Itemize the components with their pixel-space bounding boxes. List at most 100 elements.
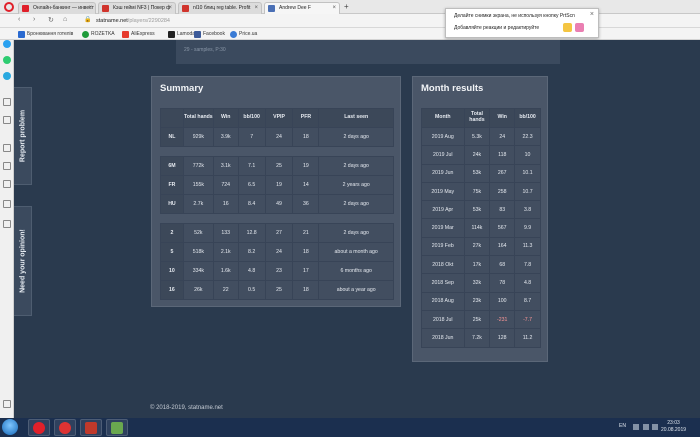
browser-tab-3[interactable]: nl10 блиц reg table. Profit × <box>178 2 262 14</box>
month-cell: 11.3 <box>514 236 541 257</box>
summary-cell: 2.1k <box>212 242 239 262</box>
summary-cell: 27 <box>264 223 294 243</box>
summary-row-label: NL <box>160 127 184 147</box>
summary-cell: 3.9k <box>212 127 239 147</box>
volume-icon[interactable] <box>652 424 658 430</box>
tab-favicon-icon <box>268 5 275 12</box>
telegram-icon[interactable] <box>3 72 11 80</box>
summary-cell: 2 years ago <box>318 175 394 195</box>
month-cell: 22.3 <box>514 126 541 147</box>
month-cell: 114k <box>463 218 491 238</box>
taskbar-opera-button[interactable] <box>28 419 50 436</box>
back-icon[interactable]: ‹ <box>18 16 20 23</box>
summary-row: 16 26k 22 0.5 25 18 about a year ago <box>160 280 394 300</box>
opera-menu-icon[interactable] <box>4 2 14 12</box>
month-row: 2019 Jun 53k 267 10.1 <box>421 163 541 183</box>
forward-icon[interactable]: › <box>33 16 35 23</box>
home-icon[interactable]: ⌂ <box>63 16 67 23</box>
start-button[interactable] <box>2 419 18 435</box>
close-tab-icon[interactable]: × <box>88 3 92 14</box>
bookmark-item[interactable]: Lamoda <box>168 29 195 39</box>
summary-cell: 23 <box>264 261 294 281</box>
summary-cell: 0.5 <box>237 280 266 300</box>
bookmark-item[interactable]: ROZETKA <box>82 29 115 39</box>
summary-row: HU 2.7k 16 8.4 49 36 2 days ago <box>160 194 394 214</box>
bookmark-item[interactable]: Facebook <box>194 29 225 39</box>
history-icon[interactable] <box>3 200 11 208</box>
search-icon[interactable] <box>3 98 11 106</box>
group-spacer <box>160 213 394 224</box>
summary-row: NL 929k 3.9k 7 24 18 2 days ago <box>160 127 394 147</box>
close-tab-icon[interactable]: × <box>332 3 336 14</box>
month-cell: 11.2 <box>514 328 541 348</box>
bookmark-icon <box>230 31 237 38</box>
language-indicator[interactable]: EN <box>619 423 626 429</box>
month-cell: 27k <box>463 236 491 257</box>
bookmark-icon <box>122 31 129 38</box>
month-cell: 17k <box>463 255 491 275</box>
report-problem-label: Report problem <box>19 109 26 163</box>
taskbar-app-button[interactable] <box>80 419 102 436</box>
month-cell: 267 <box>489 163 516 183</box>
month-header: Win <box>489 108 516 128</box>
summary-cell: 334k <box>182 261 214 281</box>
summary-row-label: FR <box>160 175 184 195</box>
bookmark-item[interactable]: Бронювання готелів <box>18 29 73 39</box>
whatsapp-icon[interactable] <box>3 56 11 64</box>
month-cell: 4.8 <box>514 273 541 293</box>
summary-cell: 772k <box>182 156 214 176</box>
month-row: 2019 Apr 53k 83 3.8 <box>421 200 541 220</box>
taskbar-app-button[interactable] <box>54 419 76 436</box>
summary-cell: 18 <box>292 242 320 262</box>
summary-cell: 36 <box>292 194 320 214</box>
summary-cell: 19 <box>292 156 320 176</box>
heart-icon[interactable] <box>3 162 11 170</box>
month-cell: 567 <box>489 218 516 238</box>
bookmark-item[interactable]: AliExpress <box>122 29 155 39</box>
summary-cell: 25 <box>264 156 294 176</box>
summary-row: 6M 772k 3.1k 7.1 25 19 2 days ago <box>160 156 394 176</box>
close-tab-icon[interactable]: × <box>254 3 258 14</box>
send-icon[interactable] <box>3 116 11 124</box>
bookmark-item[interactable]: Price.ua <box>230 29 257 39</box>
month-cell: 10 <box>514 145 541 165</box>
summary-cell: 49 <box>264 194 294 214</box>
summary-cell: 4.8 <box>237 261 266 281</box>
tray-up-icon[interactable] <box>633 424 639 430</box>
month-cell: 9.9 <box>514 218 541 238</box>
summary-cell: 6 months ago <box>318 261 394 281</box>
report-problem-tab[interactable]: Report problem <box>14 87 32 185</box>
browser-tab-1[interactable]: Онлайн-банкинг — инвест × <box>18 2 96 14</box>
reload-icon[interactable]: ↻ <box>48 16 54 24</box>
top-info-box: 29 - samples, P:30 <box>176 40 560 64</box>
summary-cell: about a year ago <box>318 280 394 300</box>
apps-icon[interactable] <box>3 144 11 152</box>
emoji-icon[interactable] <box>563 23 572 32</box>
more-icon[interactable] <box>3 400 11 408</box>
messenger-icon[interactable] <box>3 40 11 48</box>
month-results-table: Month Total hands Win bb/100 2019 Aug 5.3… <box>421 108 541 348</box>
need-opinion-tab[interactable]: Need your opinion! <box>14 206 32 316</box>
url-domain: statname.net <box>96 18 128 24</box>
close-tab-icon[interactable]: × <box>168 3 172 14</box>
summary-cell: 1.6k <box>212 261 239 281</box>
address-bar[interactable]: statname.net/players/2290284 <box>96 16 170 26</box>
system-clock[interactable]: 23:03 20.08.2019 <box>661 420 686 434</box>
new-tab-icon[interactable]: + <box>344 2 349 11</box>
taskbar-app-button[interactable] <box>106 419 128 436</box>
edit-icon[interactable] <box>575 23 584 32</box>
news-icon[interactable] <box>3 180 11 188</box>
browser-tab-2[interactable]: Кэш геймі NF3 | Покер ф × <box>98 2 176 14</box>
network-icon[interactable] <box>643 424 649 430</box>
month-cell: 32k <box>463 273 491 293</box>
extensions-icon[interactable] <box>3 220 11 228</box>
summary-header: bb/100 <box>237 108 266 128</box>
summary-cell: 17 <box>292 261 320 281</box>
app-icon <box>59 422 71 434</box>
close-icon[interactable]: × <box>590 11 594 18</box>
summary-cell: 6.5 <box>237 175 266 195</box>
month-cell: 118 <box>489 145 516 165</box>
browser-tab-4[interactable]: Andrew Dee F × <box>264 2 340 14</box>
summary-row-label: 6M <box>160 156 184 176</box>
month-cell: 10.7 <box>514 181 541 202</box>
